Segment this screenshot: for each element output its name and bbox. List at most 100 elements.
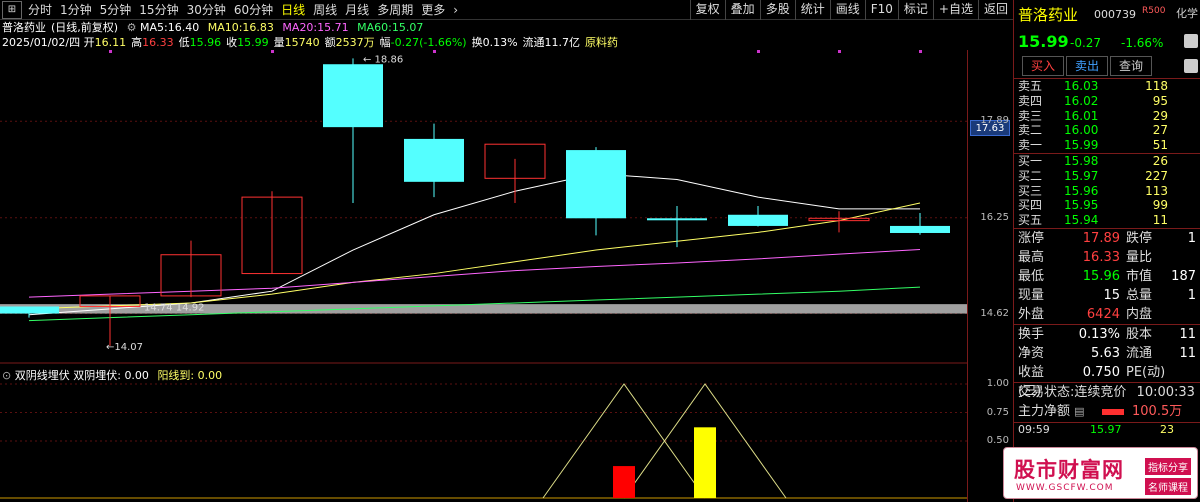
toolbar-button[interactable]: 标记 <box>897 0 933 20</box>
gear-icon[interactable]: ⚙ <box>127 21 137 34</box>
sell-button[interactable]: 卖出 <box>1066 56 1108 76</box>
toolbar-button[interactable]: 画线 <box>829 0 865 20</box>
ob-label: 买二 <box>1018 168 1043 183</box>
query-button[interactable]: 查询 <box>1110 56 1152 76</box>
watermark-logo-text: 股市财富网 <box>1014 458 1124 482</box>
trade-status: 连续竞价 <box>1074 384 1127 400</box>
period-tab[interactable]: 15分钟 <box>135 0 182 20</box>
stat-value2: 1 <box>1187 230 1196 246</box>
high-label: 高 <box>131 36 143 49</box>
toggle-square-icon[interactable] <box>1184 34 1198 48</box>
ob-price: 15.95 <box>1064 198 1099 213</box>
period-tab[interactable]: 5分钟 <box>96 0 136 20</box>
quote-change: -0.27 <box>1070 36 1102 50</box>
ob-price: 16.00 <box>1064 123 1099 138</box>
home-icon[interactable]: ⊞ <box>2 0 22 19</box>
period-tab[interactable]: 更多 <box>417 0 449 20</box>
flow-bar <box>1102 408 1124 415</box>
tick-row: 09:59 15.97 23 <box>1014 421 1200 436</box>
stat-label: 最高 <box>1018 249 1045 265</box>
tick-vol: 23 <box>1160 422 1174 436</box>
volume-label: 量 <box>273 36 285 49</box>
low-label: 低 <box>178 36 190 49</box>
watermark-tag2: 名师课程 <box>1145 478 1191 495</box>
toggle-square2-icon[interactable] <box>1184 59 1198 73</box>
stat-value2 <box>1166 363 1196 382</box>
period-tabs: ⊞ 分时 1分钟 5分钟 15分钟 30分钟 60分钟 日线 周线 月线 多周期 更多 › <box>0 0 462 20</box>
stat-value: 0.13% <box>1078 326 1120 342</box>
order-book-row[interactable]: 卖三 16.01 29 <box>1014 109 1200 124</box>
order-book-row[interactable]: 卖一 15.99 51 <box>1014 138 1200 153</box>
stat-label2: 股本 <box>1126 326 1153 342</box>
order-book-row[interactable]: 卖四 16.02 95 <box>1014 94 1200 109</box>
ma60-value: 15.07 <box>391 21 424 34</box>
ma20-label: MA20: <box>282 21 318 34</box>
order-book-row[interactable]: 买二 15.97 227 <box>1014 169 1200 184</box>
period-tab[interactable]: 日线 <box>277 0 309 20</box>
kline-chart[interactable]: ← 18.86 ←14.07 14.74 14.92 <box>0 50 967 362</box>
collapse-icon[interactable]: ⊙ <box>2 369 11 382</box>
indicator-bar <box>694 427 716 498</box>
price-tick-label: 17.89 <box>980 115 1009 127</box>
candle-body <box>890 225 950 233</box>
order-book-row[interactable]: 卖五 16.03 118 <box>1014 79 1200 94</box>
stat-label2: 跌停 <box>1126 230 1153 246</box>
indicator-title-line: ⊙ 双阴线埋伏 双阴埋伏: 0.00 阳线到: 0.00 <box>2 367 222 383</box>
toolbar-button[interactable]: F10 <box>864 0 898 20</box>
stat-row: 涨停 17.89 跌停 1 <box>1014 229 1200 248</box>
period-tab[interactable]: 多周期 <box>373 0 417 20</box>
ob-volume: 227 <box>1145 168 1168 183</box>
price-axis: 17.63 17.89 16.25 14.62 <box>967 50 1013 362</box>
period-toolbar: ⊞ 分时 1分钟 5分钟 15分钟 30分钟 60分钟 日线 周线 月线 多周期 更多 › 复权 叠加多… <box>0 0 1013 20</box>
order-book-row[interactable]: 买四 15.95 99 <box>1014 198 1200 213</box>
ob-label: 卖三 <box>1018 108 1043 123</box>
order-book-row[interactable]: 买三 15.96 113 <box>1014 184 1200 199</box>
period-tab[interactable]: 周线 <box>309 0 341 20</box>
indicator-val1: 0.00 <box>124 369 149 382</box>
toolbar-button[interactable]: +自选 <box>932 0 978 20</box>
order-book-row[interactable]: 买一 15.98 26 <box>1014 154 1200 169</box>
ob-volume: 11 <box>1152 213 1168 228</box>
ma10-value: 16.83 <box>242 21 274 34</box>
toolbar-button[interactable]: 多股 <box>759 0 795 20</box>
quote-header: 普洛药业 000739 R500 化学 <box>1014 0 1200 32</box>
ob-price: 15.99 <box>1064 138 1099 153</box>
period-tab[interactable]: 月线 <box>341 0 373 20</box>
indicator-val2: 0.00 <box>197 369 223 382</box>
ob-label: 买三 <box>1018 183 1043 198</box>
marker-dot <box>757 50 760 53</box>
order-book-row[interactable]: 卖二 16.00 27 <box>1014 123 1200 138</box>
stat-label: 最低 <box>1018 268 1045 284</box>
ob-label: 卖一 <box>1018 138 1043 153</box>
period-tab[interactable]: 30分钟 <box>183 0 230 20</box>
stat-row: 现量 15 总量 1 <box>1014 286 1200 305</box>
flow-label: 主力净额 <box>1018 403 1071 419</box>
ob-price: 15.97 <box>1064 168 1099 183</box>
period-tab[interactable]: 分时 <box>24 0 56 20</box>
indicator-chart[interactable] <box>0 362 967 502</box>
trade-buttons: 买入 卖出 查询 <box>1014 54 1200 78</box>
chevron-right-icon[interactable]: › <box>449 0 462 20</box>
buy-button[interactable]: 买入 <box>1022 56 1064 76</box>
order-book-row[interactable]: 买五 15.94 11 <box>1014 213 1200 228</box>
info-icon[interactable]: ▤ <box>1074 405 1084 418</box>
ob-price: 15.98 <box>1064 153 1099 168</box>
ma5-label: MA5: <box>139 21 168 34</box>
stat-label: 净资 <box>1018 345 1045 361</box>
quote-price-row: 15.99 -0.27 -1.66% <box>1014 32 1200 54</box>
ob-label: 买一 <box>1018 153 1043 168</box>
close-label: 收 <box>226 36 238 49</box>
toolbar-button[interactable]: 返回 <box>977 0 1013 20</box>
low-annotation: ←14.07 <box>106 342 143 353</box>
ma5-value: 16.40 <box>167 21 200 34</box>
hua-icon[interactable]: 化学 <box>1176 5 1198 21</box>
ob-volume: 26 <box>1152 153 1168 168</box>
amount-label: 额 <box>324 36 336 49</box>
toolbar-button[interactable]: 统计 <box>794 0 830 20</box>
toolbar-button[interactable]: 叠加 <box>724 0 760 20</box>
toolbar-button[interactable]: 复权 <box>689 0 725 20</box>
period-tab[interactable]: 60分钟 <box>230 0 277 20</box>
float-value: 11.7亿 <box>544 36 581 49</box>
ob-volume: 118 <box>1145 79 1168 93</box>
period-tab[interactable]: 1分钟 <box>56 0 96 20</box>
